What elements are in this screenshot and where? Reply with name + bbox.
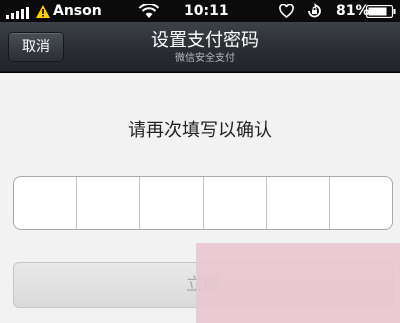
navigation-bar: 取消 设置支付密码 微信安全支付: [0, 22, 400, 72]
page-subtitle: 微信安全支付: [175, 53, 235, 64]
pin-cell[interactable]: [77, 177, 141, 229]
page-title: 设置支付密码: [151, 30, 259, 51]
pin-cell[interactable]: [204, 177, 267, 229]
pin-cell[interactable]: [140, 177, 204, 229]
carrier-name: Anson: [53, 3, 102, 19]
cancel-button[interactable]: 取消: [8, 32, 64, 62]
warning-icon: [36, 5, 50, 18]
battery-icon: [366, 5, 396, 18]
overlay-watermark: [196, 243, 400, 323]
signal-icon: [6, 7, 32, 19]
orientation-lock-icon: [308, 3, 321, 18]
pin-cell[interactable]: [267, 177, 330, 229]
heart-icon: [279, 4, 294, 18]
content-area: 请再次填写以确认 立即: [0, 73, 400, 323]
status-time: 10:11: [184, 3, 229, 19]
pin-cell[interactable]: [330, 177, 392, 229]
status-bar: Anson 10:11 81%: [0, 0, 400, 22]
password-input[interactable]: [13, 176, 393, 230]
battery-percent: 81%: [336, 3, 370, 19]
confirm-prompt: 请再次填写以确认: [128, 120, 272, 141]
wifi-icon: [139, 4, 159, 18]
pin-cell[interactable]: [14, 177, 78, 229]
